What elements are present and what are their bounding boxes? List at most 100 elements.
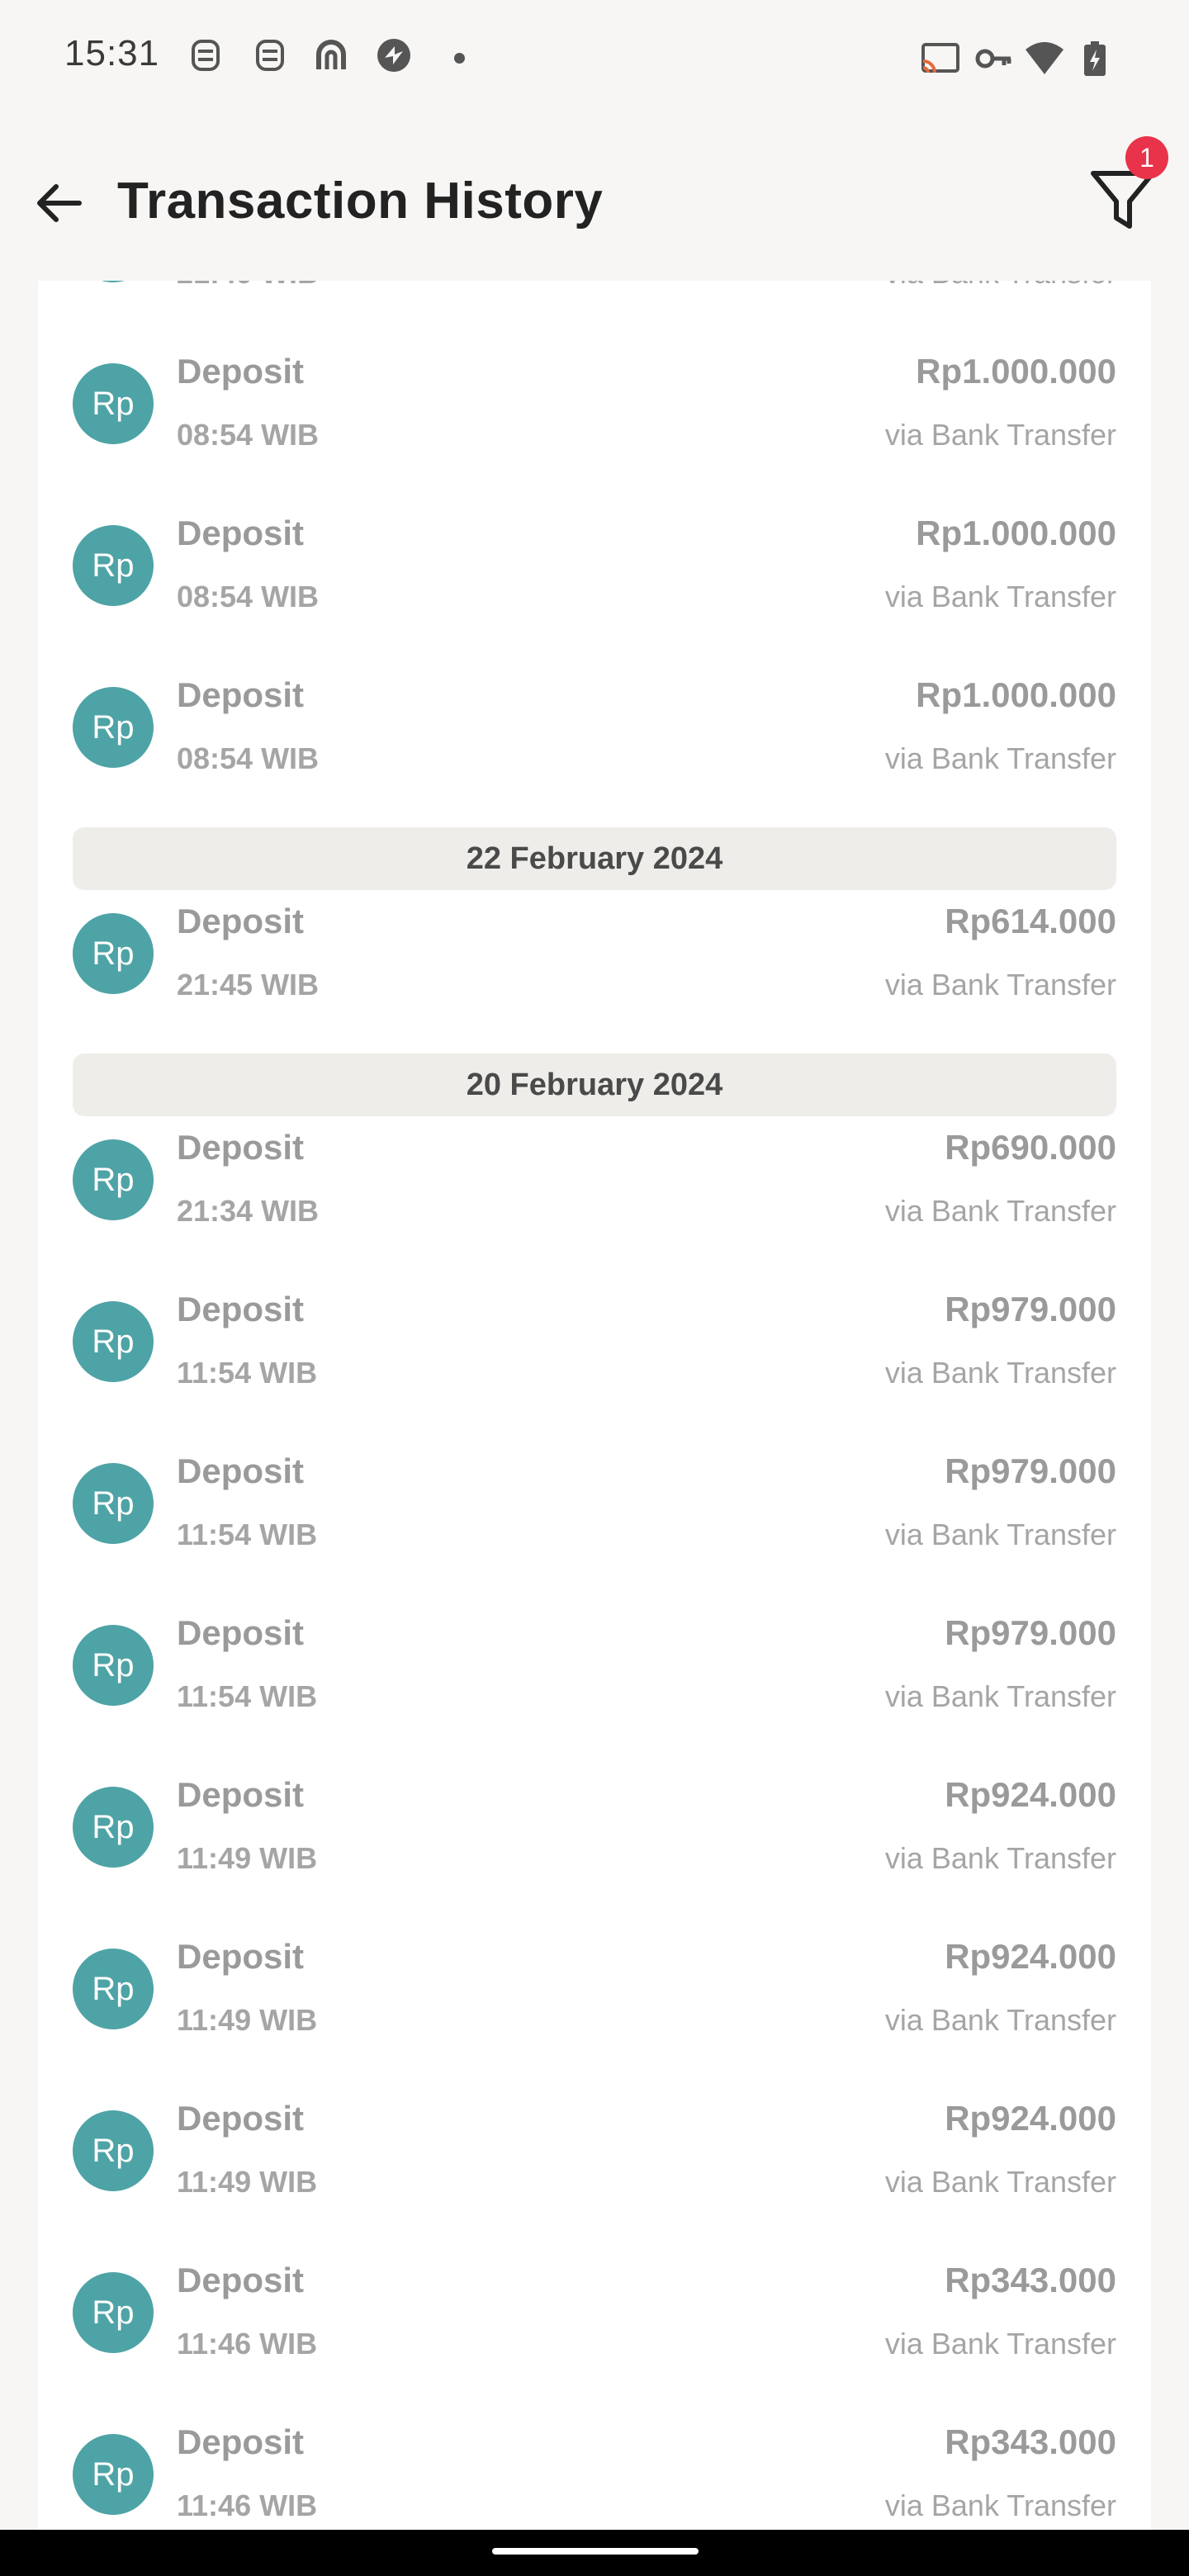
transaction-row[interactable]: Rp Deposit 08:54 WIB Rp1.000.000 via Ban… (38, 485, 1151, 647)
app-icon-1 (316, 40, 346, 69)
transaction-amount: Rp1.000.000 (916, 675, 1116, 714)
transaction-row[interactable]: Rp Deposit 11:49 WIB Rp924.000 via Bank … (38, 2071, 1151, 2233)
transaction-time: 11:54 WIB (177, 1356, 318, 1390)
transaction-type: Deposit (177, 1128, 305, 1167)
transaction-type: Deposit (177, 2422, 305, 2461)
transaction-method: via Bank Transfer (884, 741, 1116, 775)
transaction-amount: Rp979.000 (945, 1451, 1116, 1490)
transaction-amount: Rp1.000.000 (916, 352, 1116, 391)
transaction-type: Deposit (177, 902, 305, 940)
transaction-type: Deposit (177, 2261, 305, 2299)
transaction-amount: Rp979.000 (945, 1613, 1116, 1652)
transaction-method: via Bank Transfer (884, 968, 1116, 1002)
transaction-row[interactable]: Rp Deposit 11:49 WIB Rp924.000 via Bank … (38, 1747, 1151, 1909)
transaction-time: 21:49 WIB (177, 281, 319, 291)
transaction-method: via Bank Transfer (884, 1356, 1116, 1390)
status-time: 15:31 (64, 33, 160, 73)
transaction-row[interactable]: Rp Deposit 11:46 WIB Rp343.000 via Bank … (38, 2233, 1151, 2394)
app-header: Transaction History (0, 124, 1189, 281)
transaction-method: via Bank Transfer (884, 1518, 1116, 1551)
transaction-row[interactable]: Rp Deposit 11:54 WIB Rp979.000 via Bank … (38, 1262, 1151, 1423)
transaction-method: via Bank Transfer (884, 2488, 1116, 2522)
battery-icon (1084, 41, 1106, 76)
transaction-method: via Bank Transfer (884, 1194, 1116, 1228)
currency-avatar: Rp (73, 1787, 154, 1868)
transaction-row[interactable]: Rp Deposit 11:46 WIB Rp343.000 via Bank … (38, 2394, 1151, 2530)
transaction-row[interactable]: Rp Deposit 11:54 WIB Rp979.000 via Bank … (38, 1585, 1151, 1747)
page-title: Transaction History (117, 173, 604, 230)
transaction-time: 08:54 WIB (177, 580, 320, 613)
currency-avatar: Rp (73, 2434, 154, 2515)
transaction-time: 08:54 WIB (177, 741, 320, 775)
vpn-key-icon (975, 49, 1011, 69)
currency-avatar: Rp (73, 913, 154, 994)
transaction-list: Rp Deposit 21:49 WIB via Bank Transfer R… (38, 281, 1151, 2530)
transaction-row[interactable]: Rp Deposit 11:49 WIB Rp924.000 via Bank … (38, 1909, 1151, 2071)
system-nav-bar (0, 2530, 1189, 2576)
transaction-amount: Rp979.000 (945, 1290, 1116, 1328)
currency-avatar: Rp (73, 1139, 154, 1220)
transaction-row[interactable]: Rp Deposit 08:54 WIB Rp1.000.000 via Ban… (38, 324, 1151, 485)
transaction-type: Deposit (177, 352, 305, 391)
transaction-method: via Bank Transfer (884, 2165, 1116, 2199)
transaction-time: 11:46 WIB (177, 2488, 318, 2522)
transaction-type: Deposit (177, 514, 305, 552)
transaction-time: 21:45 WIB (177, 968, 320, 1002)
wifi-icon (1026, 42, 1063, 74)
currency-avatar: Rp (73, 1949, 154, 2029)
transaction-time: 11:54 WIB (177, 1518, 318, 1551)
currency-avatar: Rp (73, 2272, 154, 2353)
currency-avatar: Rp (73, 1625, 154, 1706)
transaction-method: via Bank Transfer (884, 2003, 1116, 2037)
currency-avatar: Rp (73, 525, 154, 606)
transaction-time: 08:54 WIB (177, 418, 320, 452)
currency-avatar: Rp (73, 2110, 154, 2191)
transaction-amount: Rp614.000 (945, 902, 1116, 940)
filter-badge: 1 (1125, 136, 1168, 179)
transaction-type: Deposit (177, 1937, 305, 1976)
currency-avatar: Rp (73, 687, 154, 768)
transaction-amount: Rp690.000 (945, 1128, 1116, 1167)
transaction-type: Deposit (177, 1451, 305, 1490)
transaction-type: Deposit (177, 1775, 305, 1814)
notification-icon-2 (256, 40, 284, 71)
notification-icon-1 (192, 40, 220, 71)
transaction-time: 11:49 WIB (177, 1841, 318, 1875)
transaction-amount: Rp343.000 (945, 2261, 1116, 2299)
status-bar: 15:31 (0, 0, 1189, 124)
cast-icon (921, 43, 959, 73)
transaction-type: Deposit (177, 675, 305, 714)
transaction-amount: Rp924.000 (945, 1937, 1116, 1976)
currency-avatar: Rp (73, 363, 154, 444)
home-gesture-handle[interactable] (492, 2548, 699, 2555)
currency-avatar: Rp (73, 1301, 154, 1382)
transaction-row[interactable]: Rp Deposit 11:54 WIB Rp979.000 via Bank … (38, 1423, 1151, 1585)
transaction-method: via Bank Transfer (884, 418, 1116, 452)
currency-avatar: Rp (73, 1463, 154, 1544)
transaction-type: Deposit (177, 1290, 305, 1328)
app-icon-2 (377, 39, 410, 72)
transaction-time: 11:54 WIB (177, 1679, 318, 1713)
transaction-method: via Bank Transfer (884, 580, 1116, 613)
back-arrow-icon[interactable] (30, 173, 89, 233)
transaction-method: via Bank Transfer (885, 281, 1116, 291)
transaction-method: via Bank Transfer (884, 1679, 1116, 1713)
more-dot-icon (454, 53, 465, 64)
transaction-time: 21:34 WIB (177, 1194, 320, 1228)
transaction-type: Deposit (177, 2099, 305, 2138)
transaction-amount: Rp1.000.000 (916, 514, 1116, 552)
transaction-row[interactable]: Rp Deposit 21:49 WIB via Bank Transfer (38, 281, 1151, 324)
currency-avatar: Rp (73, 281, 154, 282)
transaction-time: 11:49 WIB (177, 2003, 318, 2037)
transaction-amount: Rp343.000 (945, 2422, 1116, 2461)
transaction-type: Deposit (177, 1613, 305, 1652)
transaction-time: 11:49 WIB (177, 2165, 318, 2199)
transaction-row[interactable]: Rp Deposit 21:45 WIB Rp614.000 via Bank … (38, 874, 1151, 1035)
transaction-row[interactable]: Rp Deposit 21:34 WIB Rp690.000 via Bank … (38, 1100, 1151, 1262)
transaction-method: via Bank Transfer (884, 2327, 1116, 2361)
transaction-amount: Rp924.000 (945, 2099, 1116, 2138)
transaction-amount: Rp924.000 (945, 1775, 1116, 1814)
transaction-method: via Bank Transfer (884, 1841, 1116, 1875)
transaction-time: 11:46 WIB (177, 2327, 318, 2361)
transaction-row[interactable]: Rp Deposit 08:54 WIB Rp1.000.000 via Ban… (38, 647, 1151, 809)
